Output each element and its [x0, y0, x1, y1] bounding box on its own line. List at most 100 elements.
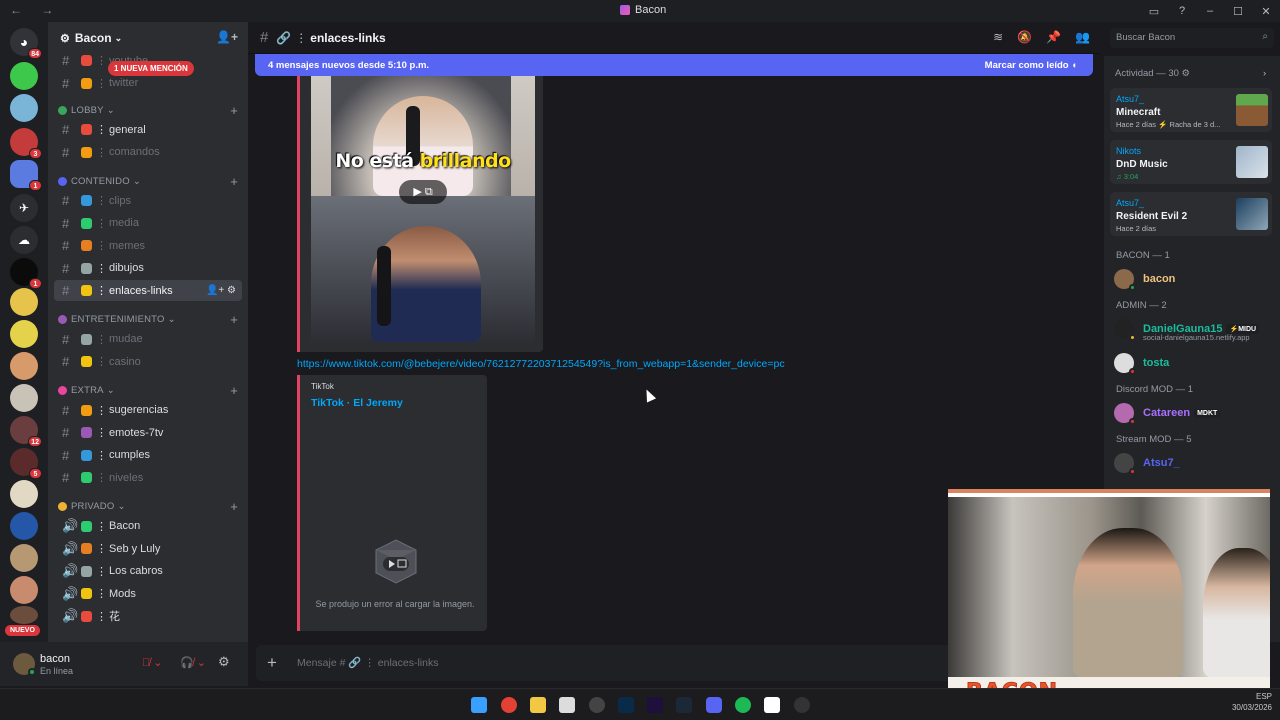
channel-item[interactable]: # ⋮ comandos: [54, 142, 242, 163]
server-icon[interactable]: [10, 384, 38, 412]
activity-user: Atsu7_: [1116, 198, 1145, 208]
channel-category[interactable]: CONTENIDO ⌄ +: [58, 173, 238, 189]
activity-card[interactable]: Nikots DnD Music ♫ 3:04: [1110, 140, 1272, 184]
maximize-button[interactable]: ☐: [1224, 5, 1252, 18]
channel-item[interactable]: # ⋮ memes: [54, 235, 242, 256]
steam-icon[interactable]: [676, 697, 692, 713]
server-icon[interactable]: [10, 352, 38, 380]
server-icon[interactable]: [10, 480, 38, 508]
activity-card[interactable]: Atsu7_ Resident Evil 2 Hace 2 días: [1110, 192, 1272, 236]
channel-settings-icon[interactable]: 👤+ ⚙: [206, 285, 236, 296]
close-button[interactable]: ✕: [1252, 5, 1280, 18]
obs-icon[interactable]: [589, 697, 605, 713]
channel-item[interactable]: # ⋮ niveles: [54, 467, 242, 488]
discord-home-icon[interactable]: ◕ 84: [10, 28, 42, 59]
chevron-right-icon[interactable]: ›: [1263, 68, 1266, 79]
server-icon[interactable]: 3: [10, 128, 42, 159]
embed-title[interactable]: TikTok · El Jeremy: [311, 397, 403, 409]
windows-start-icon[interactable]: [471, 697, 487, 713]
channel-item[interactable]: # ⋮ general: [54, 119, 242, 140]
channel-item[interactable]: # ⋮ emotes-7tv: [54, 422, 242, 443]
channel-item[interactable]: # ⋮ media: [54, 213, 242, 234]
member-list-icon[interactable]: 👥: [1075, 30, 1090, 44]
create-channel-icon[interactable]: +: [230, 499, 238, 514]
member-item[interactable]: Atsu7_: [1114, 450, 1274, 476]
channel-item[interactable]: # ⋮ enlaces-links 👤+ ⚙: [54, 280, 242, 301]
channel-item[interactable]: 🔊 ⋮ Bacon: [54, 516, 242, 537]
search-input[interactable]: Buscar Bacon ⌕: [1110, 28, 1274, 48]
nav-arrows[interactable]: ← →: [10, 3, 61, 17]
server-icon[interactable]: [10, 320, 38, 348]
channel-category[interactable]: EXTRA ⌄ +: [58, 383, 238, 399]
composer-placeholder[interactable]: Mensaje # 🔗 ⋮ enlaces-links: [297, 656, 438, 669]
file-explorer-icon[interactable]: [530, 697, 546, 713]
notifications-icon[interactable]: 🔕: [1017, 30, 1032, 44]
channel-item[interactable]: 🔊 ⋮ Seb y Luly: [54, 538, 242, 559]
video-thumbnail[interactable]: No está brillando ▶ ⧉: [311, 76, 535, 342]
server-icon[interactable]: [10, 62, 38, 90]
threads-icon[interactable]: ≋: [993, 30, 1003, 44]
channel-category[interactable]: LOBBY ⌄ +: [58, 102, 238, 118]
premiere-icon[interactable]: [647, 697, 663, 713]
mention-badge[interactable]: 1 NUEVA MENCIÓN: [108, 61, 194, 76]
attach-plus-icon[interactable]: +: [267, 653, 277, 673]
server-icon[interactable]: [10, 544, 38, 572]
server-icon-selected[interactable]: 1: [10, 160, 42, 191]
member-item[interactable]: Catareen MDKT: [1114, 400, 1274, 426]
chrome-icon[interactable]: [501, 697, 517, 713]
create-channel-icon[interactable]: +: [230, 383, 238, 398]
member-item[interactable]: DanielGauna15 ⚡MIDU social-danielgauna15.n…: [1114, 316, 1274, 342]
channel-item[interactable]: # ⋮ sugerencias: [54, 400, 242, 421]
channel-item[interactable]: 🔊 ⋮ 花: [54, 606, 242, 627]
help-icon[interactable]: ?: [1168, 5, 1196, 17]
server-icon[interactable]: 1: [10, 258, 42, 289]
activity-card[interactable]: Atsu7_ Minecraft Hace 2 días ⚡ Racha de 3 …: [1110, 88, 1272, 132]
server-icon[interactable]: 12: [10, 416, 42, 447]
message-link[interactable]: https://www.tiktok.com/@bebejere/video/7…: [297, 358, 785, 370]
member-item[interactable]: tosta: [1114, 350, 1274, 376]
notion-icon[interactable]: [764, 697, 780, 713]
mark-as-read-button[interactable]: Marcar como leído ◖: [985, 60, 1077, 71]
obs-studio-icon[interactable]: [794, 697, 810, 713]
channel-category[interactable]: ENTRETENIMIENTO ⌄ +: [58, 312, 238, 328]
activity-header[interactable]: Actividad — 30 ⚙ ›: [1115, 68, 1266, 79]
channel-item[interactable]: # ⋮ mudae: [54, 329, 242, 350]
channel-item[interactable]: 🔊 ⋮ Los cabros: [54, 561, 242, 582]
minimize-button[interactable]: –: [1196, 5, 1224, 17]
discord-taskbar-icon[interactable]: [706, 697, 722, 713]
create-channel-icon[interactable]: +: [230, 312, 238, 327]
member-item[interactable]: bacon: [1114, 266, 1274, 292]
photoshop-icon[interactable]: [618, 697, 634, 713]
channel-item[interactable]: # ⋮ casino: [54, 351, 242, 372]
mute-icon[interactable]: 🎙̸ ⌄: [142, 656, 163, 669]
server-icon[interactable]: [10, 606, 38, 624]
role-header: BACON — 1: [1116, 250, 1170, 261]
server-icon[interactable]: ✈: [10, 194, 38, 222]
pin-icon[interactable]: 📌: [1046, 30, 1061, 44]
channel-item[interactable]: 🔊 ⋮ Mods: [54, 583, 242, 604]
new-messages-bar[interactable]: 4 mensajes nuevos desde 5:10 p.m. Marcar…: [255, 54, 1093, 76]
channel-item[interactable]: # ⋮ clips: [54, 190, 242, 211]
spotify-icon[interactable]: [735, 697, 751, 713]
server-icon[interactable]: 5: [10, 448, 42, 479]
channel-item[interactable]: # ⋮ dibujos: [54, 258, 242, 279]
create-channel-icon[interactable]: +: [230, 103, 238, 118]
settings-icon[interactable]: ⚙: [218, 654, 230, 670]
activity-subtext: Hace 2 días ⚡ Racha de 3 d...: [1116, 120, 1221, 129]
server-icon[interactable]: [10, 94, 38, 122]
chevron-down-icon: ⌄: [117, 501, 126, 512]
deafen-icon[interactable]: 🎧̸ ⌄: [180, 656, 206, 669]
invite-icon[interactable]: 👤+: [216, 30, 238, 44]
server-icon[interactable]: [10, 576, 38, 604]
inbox-icon[interactable]: ▭: [1140, 5, 1168, 18]
channel-sidebar: ⚙ Bacon ⌄ 👤+ 1 NUEVA MENCIÓN #⋮ youtube#…: [48, 22, 248, 642]
app-icon[interactable]: [559, 697, 575, 713]
channel-item[interactable]: # ⋮ cumples: [54, 445, 242, 466]
channel-category[interactable]: PRIVADO ⌄ +: [58, 499, 238, 515]
server-icon[interactable]: [10, 512, 38, 540]
status-indicator: [1129, 284, 1136, 291]
play-icon[interactable]: ▶ ⧉: [399, 180, 447, 204]
server-icon[interactable]: ☁: [10, 226, 38, 254]
server-icon[interactable]: [10, 288, 38, 316]
create-channel-icon[interactable]: +: [230, 174, 238, 189]
